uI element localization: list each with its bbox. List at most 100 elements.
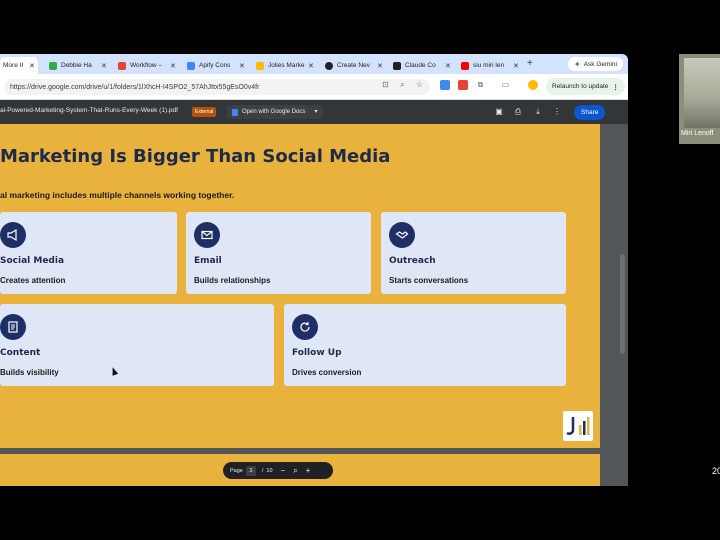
claude-icon <box>393 61 401 70</box>
card-outreach: Outreach Starts conversations <box>381 212 566 294</box>
zoom-in-icon[interactable]: + <box>306 466 311 475</box>
card-title: Social Media <box>0 256 65 266</box>
comment-icon[interactable]: ▣ <box>494 107 504 117</box>
print-icon[interactable]: ⎙ <box>513 107 523 117</box>
close-icon[interactable]: ✕ <box>101 62 107 70</box>
envelope-icon <box>194 222 220 248</box>
open-with-label: Open with Google Docs <box>242 109 306 115</box>
participant-image <box>684 58 720 128</box>
tab-3[interactable]: Apify Cons ✕ <box>184 57 250 74</box>
participant-name: Miri Lenoff <box>681 130 714 137</box>
share-label: Share <box>581 109 599 116</box>
file-name: ai-Powered-Marketing-System-That-Runs-Ev… <box>0 107 178 114</box>
card-email: Email Builds relationships <box>186 212 371 294</box>
card-desc: Builds relationships <box>194 276 271 285</box>
screen: More II ✕ Debbie Ha ✕ Workflow – ✕ Apify… <box>0 0 720 540</box>
tab-label: Debbie Ha <box>61 62 92 69</box>
external-badge: External <box>192 107 217 117</box>
tab-4[interactable]: Jolies Marke ✕ <box>253 57 319 74</box>
tab-6[interactable]: Claude Co ✕ <box>390 57 456 74</box>
tab-2[interactable]: Workflow – ✕ <box>115 57 181 74</box>
browser-window: More II ✕ Debbie Ha ✕ Workflow – ✕ Apify… <box>0 54 628 486</box>
zoom-icon[interactable]: ⌕ <box>293 466 297 476</box>
page-separator: / <box>261 467 264 474</box>
relaunch-label: Relaunch to update <box>552 83 609 90</box>
close-icon[interactable]: ✕ <box>445 62 451 70</box>
profile-avatar[interactable] <box>528 80 538 90</box>
card-desc: Builds visibility <box>0 368 59 377</box>
drive-viewer-header: ai-Powered-Marketing-System-That-Runs-Ev… <box>0 100 628 124</box>
n8n-icon <box>118 61 126 70</box>
card-desc: Starts conversations <box>389 276 469 285</box>
youtube-icon <box>461 61 469 70</box>
tab-label: More II <box>3 62 24 69</box>
scrollbar[interactable] <box>620 254 625 354</box>
address-bar[interactable]: https://drive.google.com/drive/u/1/folde… <box>4 79 430 95</box>
apify-icon <box>187 61 195 70</box>
share-button[interactable]: Share <box>574 105 606 120</box>
slide-title: Marketing Is Bigger Than Social Media <box>0 146 391 167</box>
pdf-page: Marketing Is Bigger Than Social Media al… <box>0 124 600 448</box>
close-icon[interactable]: ✕ <box>308 62 314 70</box>
install-icon[interactable]: ⊡ <box>380 79 391 90</box>
chevron-down-icon[interactable]: ▾ <box>309 105 323 119</box>
card-social-media: Social Media Creates attention <box>0 212 177 294</box>
slide-subtitle: al marketing includes multiple channels … <box>0 190 235 200</box>
close-icon[interactable]: ✕ <box>377 62 383 70</box>
side-panel-icon[interactable]: ▭ <box>500 79 511 90</box>
document-icon <box>0 314 26 340</box>
tab-label: siu miri len <box>473 62 505 69</box>
tab-5[interactable]: Create Nev ✕ <box>322 57 388 74</box>
tab-label: Apify Cons <box>199 62 231 69</box>
url-text: https://drive.google.com/drive/u/1/folde… <box>10 83 260 91</box>
openai-icon <box>325 61 333 70</box>
new-tab-button[interactable]: + <box>527 58 533 69</box>
participant-video: Miri Lenoff <box>679 54 720 144</box>
close-icon[interactable]: ✕ <box>29 62 35 70</box>
more-options-icon[interactable]: ⋮ <box>552 107 562 117</box>
ask-gemini-button[interactable]: ✦ Ask Gemini <box>568 57 623 71</box>
relaunch-button[interactable]: Relaunch to update ⋮ <box>546 78 625 95</box>
ask-gemini-label: Ask Gemini <box>583 60 617 68</box>
page-controls: Page 3 / 10 − ⌕ + <box>223 462 333 479</box>
page-label: Page <box>230 467 243 474</box>
card-follow-up: Follow Up Drives conversion <box>284 304 566 386</box>
browser-toolbar: https://drive.google.com/drive/u/1/folde… <box>0 74 628 100</box>
extension-icon[interactable] <box>440 80 450 90</box>
close-icon[interactable]: ✕ <box>170 62 176 70</box>
card-desc: Creates attention <box>0 276 66 285</box>
tab-label: Workflow – <box>130 62 163 69</box>
page-total: 10 <box>266 467 273 474</box>
bookmark-star-icon[interactable]: ☆ <box>414 79 425 90</box>
tab-strip: More II ✕ Debbie Ha ✕ Workflow – ✕ Apify… <box>0 54 628 74</box>
page-number-input[interactable]: 3 <box>245 465 256 476</box>
zoom-out-icon[interactable]: − <box>281 466 286 475</box>
card-title: Content <box>0 348 41 358</box>
drive-icon <box>256 61 264 70</box>
card-title: Email <box>194 256 222 266</box>
handshake-icon <box>389 222 415 248</box>
tab-7[interactable]: siu miri len ✕ <box>458 57 524 74</box>
tab-1[interactable]: Debbie Ha ✕ <box>46 57 112 74</box>
pdf-viewer[interactable]: Marketing Is Bigger Than Social Media al… <box>0 124 628 486</box>
open-with-docs-button[interactable]: Open with Google Docs <box>227 105 311 119</box>
zoom-icon[interactable]: ⌕ <box>397 79 408 90</box>
tab-label: Jolies Marke <box>268 62 305 69</box>
gemini-icon: ✦ <box>574 59 581 69</box>
card-title: Outreach <box>389 256 436 266</box>
refresh-icon <box>292 314 318 340</box>
docs-icon <box>232 108 238 116</box>
close-icon[interactable]: ✕ <box>239 62 245 70</box>
menu-icon: ⋮ <box>612 83 619 91</box>
download-icon[interactable]: ⤓ <box>533 107 543 117</box>
sheets-icon <box>49 61 57 70</box>
tab-label: Claude Co <box>405 62 436 69</box>
extension-icon[interactable] <box>458 80 468 90</box>
card-title: Follow Up <box>292 348 342 358</box>
card-desc: Drives conversion <box>292 368 362 377</box>
tab-label: Create Nev <box>337 62 370 69</box>
close-icon[interactable]: ✕ <box>513 62 519 70</box>
megaphone-icon <box>0 222 26 248</box>
tab-0[interactable]: More II ✕ <box>0 57 38 74</box>
extensions-puzzle-icon[interactable]: ⧉ <box>475 79 486 90</box>
